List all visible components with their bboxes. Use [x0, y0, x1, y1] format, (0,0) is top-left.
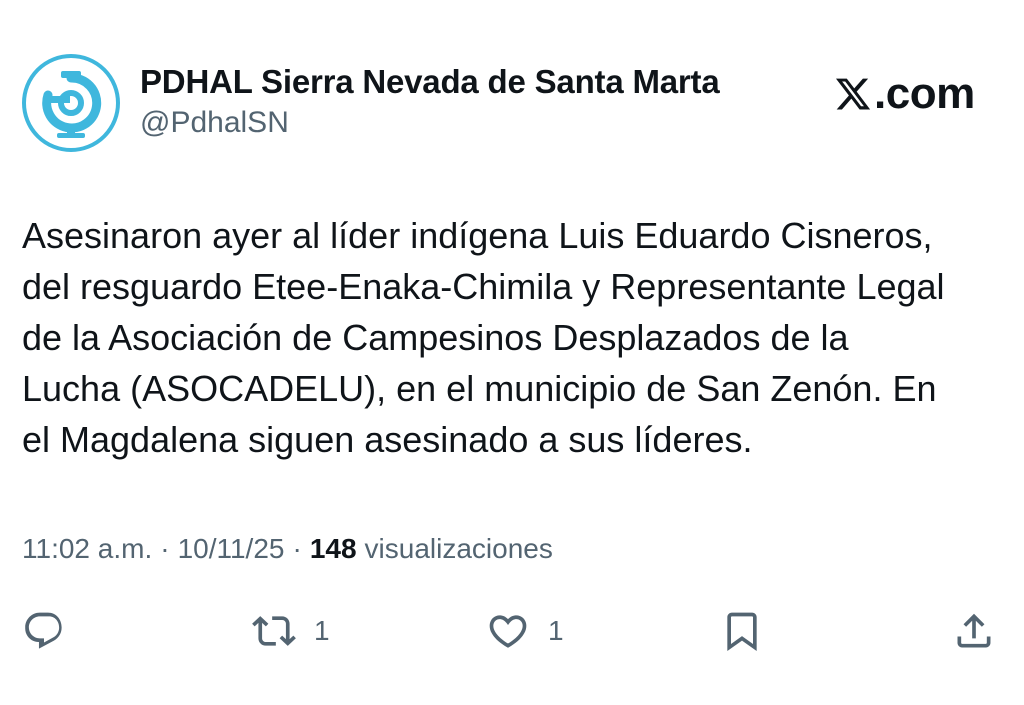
avatar[interactable] [22, 54, 120, 152]
pdhal-logo-icon [42, 71, 102, 138]
display-name[interactable]: PDHAL Sierra Nevada de Santa Marta [140, 63, 720, 101]
x-brand: .com [834, 68, 975, 120]
bookmark-button[interactable] [720, 605, 764, 657]
heart-icon [489, 615, 527, 648]
retweet-count: 1 [314, 615, 330, 646]
tweet-text: Asesinaron ayer al líder indígena Luis E… [22, 215, 945, 460]
bookmark-icon [727, 612, 757, 652]
meta-separator: · [292, 533, 302, 564]
tweet-date[interactable]: 10/11/25 [178, 533, 285, 565]
reply-button[interactable] [22, 605, 66, 657]
action-bar: 1 1 [0, 605, 1024, 657]
retweet-button[interactable]: 1 [252, 605, 330, 657]
meta-separator: · [160, 533, 170, 564]
reply-icon [25, 612, 62, 649]
tweet-meta: 11:02 a.m. · 10/11/25 · 148 visualizacio… [22, 533, 553, 565]
x-logo-icon [835, 78, 871, 110]
retweet-icon [252, 616, 296, 646]
share-icon [957, 613, 991, 648]
share-button[interactable] [952, 605, 996, 657]
like-button[interactable]: 1 [486, 605, 564, 657]
account-handle[interactable]: @PdhalSN [140, 106, 289, 140]
tweet-card: PDHAL Sierra Nevada de Santa Marta @Pdha… [0, 0, 1024, 705]
views-count: 148 [309, 533, 357, 564]
views-label: visualizaciones [364, 533, 553, 564]
tweet-time[interactable]: 11:02 a.m. [22, 533, 152, 565]
like-count: 1 [548, 615, 564, 646]
brand-text: .com [874, 69, 975, 118]
